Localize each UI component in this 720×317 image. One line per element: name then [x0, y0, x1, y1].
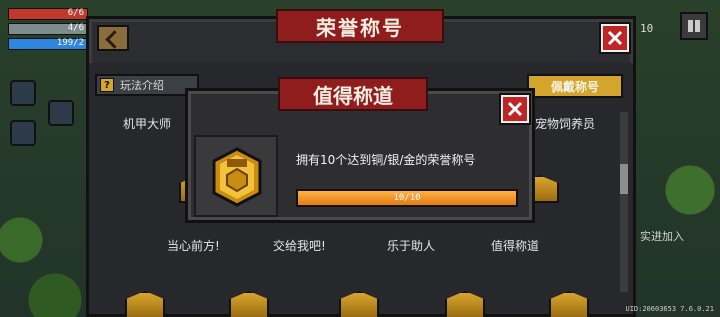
- popup-description: 拥有10个达到铜/银/金的荣誉称号: [296, 153, 476, 167]
- hp-value: 6/6: [67, 8, 84, 18]
- panel-title: 荣誉称号: [264, 9, 456, 47]
- question-icon: ?: [100, 78, 114, 92]
- popup-close-button[interactable]: [499, 93, 531, 125]
- popup-title: 值得称道: [266, 77, 440, 115]
- side-button-3[interactable]: [48, 100, 74, 126]
- wear-title-button[interactable]: 佩戴称号: [527, 74, 623, 98]
- scrollbar-thumb[interactable]: [620, 164, 628, 194]
- title-cell-label[interactable]: 当心前方!: [167, 237, 220, 254]
- guide-button[interactable]: ? 玩法介绍: [95, 74, 199, 96]
- side-button-2[interactable]: [10, 120, 36, 146]
- close-x-icon: [507, 101, 523, 117]
- progress-text: 10/10: [393, 193, 421, 203]
- pause-button[interactable]: [680, 12, 708, 40]
- title-cell-label[interactable]: 交给我吧!: [273, 237, 326, 254]
- panel-scrollbar[interactable]: [620, 112, 628, 292]
- shield-bar: 4/6: [8, 23, 88, 35]
- panel-close-button[interactable]: [599, 22, 631, 54]
- guide-label: 玩法介绍: [120, 79, 164, 92]
- medal-frame: [194, 135, 278, 217]
- uid-version: UID:20603653 7.6.0.21: [625, 305, 714, 313]
- energy-value: 199/2: [56, 38, 84, 48]
- achievement-progress-bar: 10/10: [296, 189, 518, 207]
- achievement-popup: 值得称道 拥有10个达到铜/银/金的荣誉称号 10/10: [185, 77, 535, 223]
- title-cell-label[interactable]: 值得称道: [491, 237, 539, 254]
- energy-bar: 199/2: [8, 38, 88, 50]
- side-text: 实进加入: [640, 230, 684, 243]
- title-cell-label[interactable]: 宠物饲养员: [535, 115, 595, 132]
- shield-value: 4/6: [67, 23, 84, 33]
- player-stats: 6/6 4/6 199/2: [8, 8, 88, 53]
- title-cell-label[interactable]: 乐于助人: [387, 237, 435, 254]
- close-x-icon: [607, 30, 623, 46]
- hp-bar: 6/6: [8, 8, 88, 20]
- gold-count: 10: [640, 22, 654, 35]
- side-button-1[interactable]: [10, 80, 36, 106]
- title-cell-label[interactable]: 机甲大师: [123, 115, 171, 132]
- medal-badge-icon: [212, 147, 262, 207]
- back-button[interactable]: [97, 25, 129, 51]
